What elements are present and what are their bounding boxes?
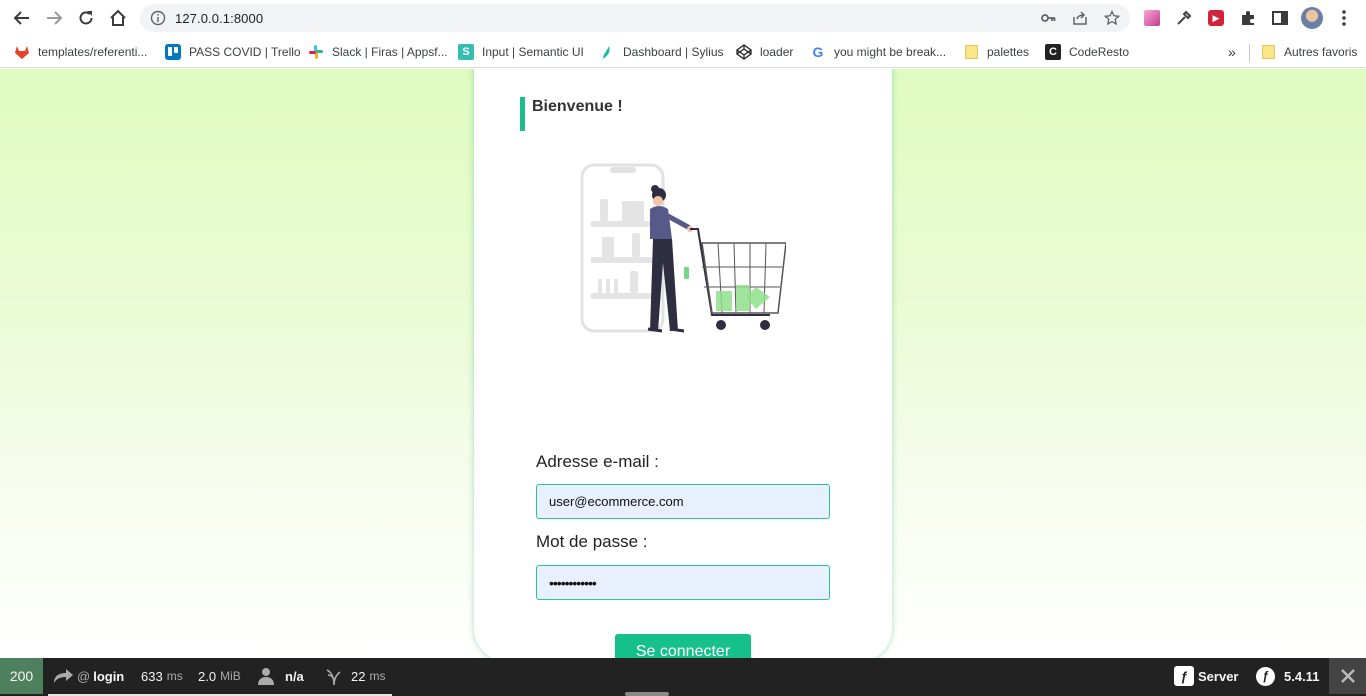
- url-text: 127.0.0.1:8000: [175, 11, 264, 26]
- password-input[interactable]: ••••••••••••: [536, 565, 830, 600]
- request-time-item[interactable]: 633 ms: [141, 658, 183, 694]
- bookmark-label: PASS COVID | Trello: [189, 45, 301, 59]
- login-submit-button[interactable]: Se connecter: [615, 634, 751, 658]
- route-name: login: [93, 668, 125, 684]
- page-background: Bienvenue ! Adresse e-mail: user@ecomme…: [0, 69, 1366, 658]
- bookmark-sylius[interactable]: Dashboard | Sylius: [599, 42, 724, 62]
- email-input[interactable]: user@ecommerce.com: [536, 484, 830, 519]
- bookmark-templates[interactable]: templates/referenti...: [14, 42, 147, 62]
- sylius-icon: [599, 44, 615, 60]
- menu-kebab-icon[interactable]: [1332, 6, 1356, 30]
- extensions-puzzle-icon[interactable]: [1236, 6, 1260, 30]
- request-time-unit: ms: [166, 669, 183, 683]
- welcome-heading: Bienvenue !: [520, 97, 623, 131]
- request-time-value: 633: [141, 668, 163, 684]
- codepen-icon: [736, 44, 752, 60]
- route-prefix: @: [77, 668, 91, 684]
- bookmark-label: Input | Semantic UI: [482, 45, 584, 59]
- slack-icon: [308, 44, 324, 60]
- bookmark-label: Slack | Firas | Appsf...: [332, 45, 448, 59]
- security-user-item[interactable]: n/a: [258, 658, 304, 694]
- forward-arrow-icon[interactable]: [42, 6, 66, 30]
- site-info-icon[interactable]: [150, 10, 166, 31]
- gitlab-icon: [14, 44, 30, 60]
- back-arrow-icon[interactable]: [10, 6, 34, 30]
- password-label: Mot de passe :: [536, 532, 648, 551]
- address-bar[interactable]: 127.0.0.1:8000: [140, 4, 1130, 32]
- bookmark-label: CodeResto: [1069, 45, 1130, 59]
- semantic-ui-icon: S: [458, 44, 474, 60]
- http-status-text: 200: [9, 668, 34, 684]
- side-panel-icon[interactable]: [1268, 6, 1292, 30]
- bookmark-star-icon[interactable]: [1103, 9, 1121, 31]
- bookmark-loader[interactable]: loader: [736, 42, 793, 62]
- twig-time-value: 22: [351, 668, 366, 684]
- bookmark-label: loader: [760, 45, 794, 59]
- share-icon[interactable]: [1072, 10, 1088, 31]
- memory-unit: MiB: [220, 669, 241, 683]
- symfony-version-item[interactable]: ƒ 5.4.11: [1256, 658, 1319, 694]
- bookmark-semantic-ui[interactable]: S Input | Semantic UI: [458, 42, 584, 62]
- route-item[interactable]: @ login: [52, 658, 124, 694]
- redirect-arrow-icon: [54, 669, 73, 683]
- key-icon[interactable]: [1040, 10, 1056, 31]
- twig-time-unit: ms: [369, 669, 386, 683]
- memory-item[interactable]: 2.0 MiB: [198, 658, 241, 694]
- symfony-version-text: 5.4.11: [1284, 668, 1320, 684]
- bookmark-coderesto[interactable]: C CodeResto: [1045, 42, 1129, 62]
- bookmark-google[interactable]: G you might be break...: [810, 42, 947, 62]
- trello-icon: [165, 44, 181, 60]
- bookmark-palettes[interactable]: palettes: [963, 42, 1029, 62]
- server-item[interactable]: ƒ Server: [1174, 658, 1238, 694]
- bookmark-label: Dashboard | Sylius: [623, 45, 724, 59]
- bookmarks-overflow-button[interactable]: »: [1228, 42, 1236, 62]
- bookmarks-divider: [1249, 44, 1250, 62]
- twig-item[interactable]: 22 ms: [326, 658, 385, 694]
- symfony-logo-icon: ƒ: [1256, 666, 1275, 686]
- symfony-debug-toolbar: 200 @ login 633 ms 2.0 MiB n/a 22 ms ƒ S…: [0, 658, 1366, 696]
- login-card: Bienvenue ! Adresse e-mail: user@ecomme…: [474, 69, 892, 658]
- bookmark-label: Autres favoris: [1284, 45, 1358, 59]
- eyedropper-extension-icon[interactable]: [1172, 6, 1196, 30]
- close-icon[interactable]: [1329, 658, 1366, 694]
- email-label: Adresse e-mail :: [536, 452, 659, 471]
- memory-value: 2.0: [198, 668, 217, 684]
- bookmark-trello[interactable]: PASS COVID | Trello: [165, 42, 301, 62]
- bookmarks-bar: templates/referenti... PASS COVID | Trel…: [0, 36, 1366, 68]
- bookmark-other-favorites[interactable]: Autres favoris: [1260, 42, 1357, 62]
- user-icon: [258, 668, 274, 685]
- reload-icon[interactable]: [74, 6, 98, 30]
- bookmark-label: templates/referenti...: [38, 45, 148, 59]
- color-extension-icon[interactable]: [1140, 6, 1164, 30]
- twig-icon: [326, 669, 341, 685]
- server-label: Server: [1198, 668, 1239, 684]
- horizontal-scrollbar-thumb[interactable]: [625, 692, 669, 696]
- http-status-badge[interactable]: 200: [0, 658, 43, 694]
- shopping-cart-illustration: [580, 163, 786, 333]
- bookmark-label: palettes: [987, 45, 1030, 59]
- video-extension-icon[interactable]: ▶: [1204, 6, 1228, 30]
- security-user-text: n/a: [285, 668, 304, 684]
- home-icon[interactable]: [106, 6, 130, 30]
- google-icon: G: [812, 44, 824, 60]
- symfony-server-icon: ƒ: [1174, 666, 1194, 686]
- browser-toolbar: 127.0.0.1:8000 ▶: [0, 0, 1366, 36]
- coderesto-icon: C: [1045, 44, 1061, 60]
- folder-icon: [963, 44, 979, 60]
- bookmark-slack[interactable]: Slack | Firas | Appsf...: [308, 42, 448, 62]
- folder-icon: [1260, 44, 1276, 60]
- bookmark-label: you might be break...: [834, 45, 947, 59]
- profile-avatar[interactable]: [1300, 6, 1324, 30]
